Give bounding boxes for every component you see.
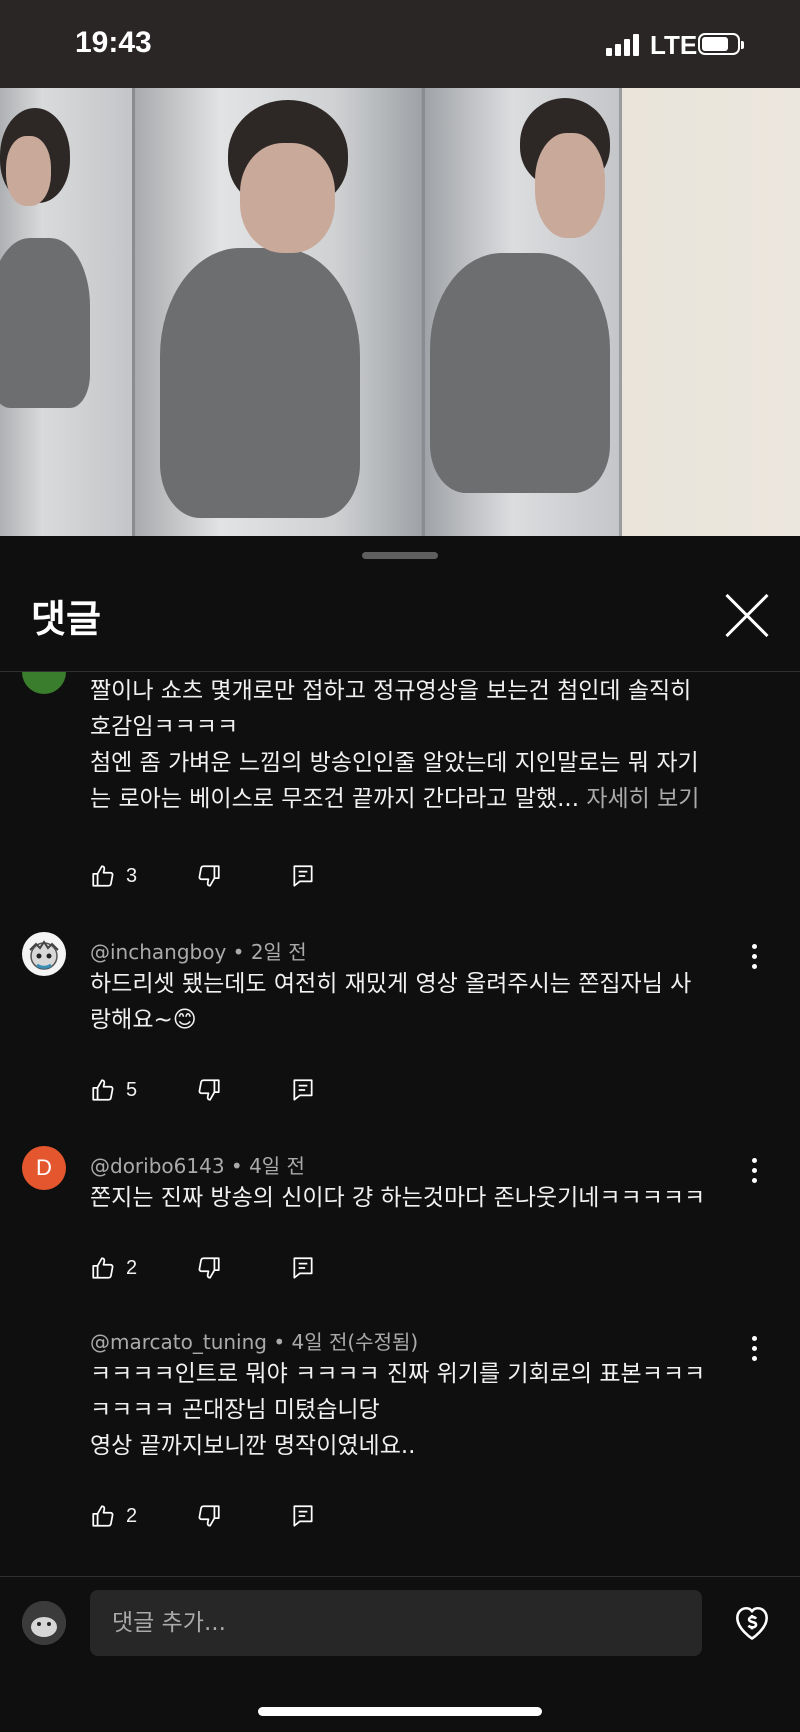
video-person xyxy=(0,238,90,408)
thumbs-up-icon xyxy=(92,1257,114,1279)
network-label: LTE xyxy=(650,30,698,60)
comment-line: 첨엔 좀 가벼운 느낌의 방송인인줄 알았는데 지인말로는 뭐 자기 xyxy=(90,750,699,776)
dislike-button[interactable] xyxy=(196,1250,222,1286)
like-count: 5 xyxy=(126,1078,138,1101)
dislike-button[interactable] xyxy=(196,1072,222,1108)
drag-handle[interactable] xyxy=(362,552,438,559)
like-button[interactable]: 3 xyxy=(90,858,137,894)
close-icon[interactable] xyxy=(724,592,770,638)
comment-meta: @doribo6143 • 4일 전 xyxy=(90,1154,305,1178)
reply-button[interactable] xyxy=(290,1498,316,1534)
avatar-illustration xyxy=(29,940,59,970)
video-player[interactable] xyxy=(0,88,800,536)
home-indicator[interactable] xyxy=(258,1707,542,1716)
comment-actions: 5 xyxy=(90,1072,390,1108)
like-count: 2 xyxy=(126,1504,138,1527)
avatar[interactable] xyxy=(22,1601,66,1645)
like-button[interactable]: 2 xyxy=(90,1250,137,1286)
thumbs-down-icon xyxy=(198,1079,220,1101)
thumbs-up-icon xyxy=(92,1505,114,1527)
thumbs-up-icon xyxy=(92,865,114,887)
comment-text: 하드리셋 됐는데도 여전히 재밌게 영상 올려주시는 쫀집자님 사 랑해요~😊 xyxy=(90,966,750,1038)
comment-line: 하드리셋 됐는데도 여전히 재밌게 영상 올려주시는 쫀집자님 사 xyxy=(90,971,692,997)
user-avatar-image xyxy=(22,1601,66,1645)
comment-time: 2일 전 xyxy=(250,940,307,964)
comment-actions: 2 xyxy=(90,1498,390,1534)
comment-time: 4일 전 xyxy=(249,1154,305,1178)
comment-actions: 3 xyxy=(90,858,390,894)
like-button[interactable]: 2 xyxy=(90,1498,137,1534)
comment-meta: @inchangboy • 2일 전 xyxy=(90,940,307,964)
battery-icon xyxy=(698,33,744,55)
thumbs-down-icon xyxy=(198,1505,220,1527)
thumbs-down-icon xyxy=(198,865,220,887)
like-count: 2 xyxy=(126,1256,138,1279)
comment-composer xyxy=(0,1576,800,1732)
comment-actions: 2 xyxy=(90,1250,390,1286)
thumbs-down-icon xyxy=(198,1257,220,1279)
thumbs-up-icon xyxy=(92,1079,114,1101)
comment-author[interactable]: @marcato_tuning xyxy=(90,1330,267,1354)
video-person-face xyxy=(6,136,51,206)
reply-comment-icon xyxy=(293,865,313,887)
comment-text: 짤이나 쇼츠 몇개로만 접하고 정규영상을 보는건 첨인데 솔직히 호감임ㅋㅋㅋ… xyxy=(90,673,750,817)
avatar[interactable] xyxy=(22,672,66,694)
comment-text: 쫀지는 진짜 방송의 신이다 걍 하는것마다 존나웃기네ㅋㅋㅋㅋㅋ xyxy=(90,1180,750,1216)
avatar[interactable]: D xyxy=(22,1146,66,1190)
comment-text: ㅋㅋㅋㅋ인트로 뭐야 ㅋㅋㅋㅋ 진짜 위기를 기회로의 표본ㅋㅋㅋ ㅋㅋㅋㅋ 곤… xyxy=(90,1356,750,1464)
comment-author[interactable]: @inchangboy xyxy=(90,940,226,964)
dislike-button[interactable] xyxy=(196,858,222,894)
read-more-link[interactable]: 자세히 보기 xyxy=(586,786,699,812)
reply-comment-icon xyxy=(293,1505,313,1527)
comment-line: 호감임ㅋㅋㅋㅋ xyxy=(90,714,239,740)
add-comment-input[interactable] xyxy=(90,1590,702,1656)
video-person xyxy=(160,248,360,518)
avatar-letter: D xyxy=(36,1155,52,1180)
reply-button[interactable] xyxy=(290,1072,316,1108)
reply-comment-icon xyxy=(293,1079,313,1101)
status-time: 19:43 xyxy=(75,26,152,59)
comment-author[interactable]: @doribo6143 xyxy=(90,1154,225,1178)
like-button[interactable]: 5 xyxy=(90,1072,137,1108)
comment-line: 쫀지는 진짜 방송의 신이다 걍 하는것마다 존나웃기네ㅋㅋㅋㅋㅋ xyxy=(90,1185,706,1211)
comment-meta: @marcato_tuning • 4일 전(수정됨) xyxy=(90,1330,419,1354)
video-person-face xyxy=(535,133,605,238)
signal-icon xyxy=(606,32,642,56)
reply-comment-icon xyxy=(293,1257,313,1279)
comments-sheet: 댓글 짤이나 쇼츠 몇개로만 접하고 정규영상을 보는건 첨인데 솔직히 호감임… xyxy=(0,538,800,1731)
video-person-face xyxy=(240,143,335,253)
comment-line: 짤이나 쇼츠 몇개로만 접하고 정규영상을 보는건 첨인데 솔직히 xyxy=(90,678,692,704)
comment-line: 는 로아는 베이스로 무조건 끝까지 간다라고 말했... 자세히 보기 xyxy=(90,786,700,812)
comment-line: 랑해요~😊 xyxy=(90,1007,197,1033)
comment-line: 영상 끝까지보니깐 명작이였네요.. xyxy=(90,1433,416,1459)
status-bar: 19:43 LTE xyxy=(0,0,800,88)
comment-list[interactable]: 짤이나 쇼츠 몇개로만 접하고 정규영상을 보는건 첨인데 솔직히 호감임ㅋㅋㅋ… xyxy=(0,672,800,1574)
comment-time: 4일 전(수정됨) xyxy=(291,1330,419,1354)
comment-line: ㅋㅋㅋㅋ 곤대장님 미텼습니당 xyxy=(90,1397,380,1423)
comments-title: 댓글 xyxy=(31,597,101,641)
video-person xyxy=(430,253,610,493)
super-thanks-heart-icon[interactable] xyxy=(730,1600,774,1644)
dislike-button[interactable] xyxy=(196,1498,222,1534)
avatar[interactable] xyxy=(22,932,66,976)
reply-button[interactable] xyxy=(290,1250,316,1286)
reply-button[interactable] xyxy=(290,858,316,894)
comment-line: ㅋㅋㅋㅋ인트로 뭐야 ㅋㅋㅋㅋ 진짜 위기를 기회로의 표본ㅋㅋㅋ xyxy=(90,1361,706,1387)
like-count: 3 xyxy=(126,864,138,887)
